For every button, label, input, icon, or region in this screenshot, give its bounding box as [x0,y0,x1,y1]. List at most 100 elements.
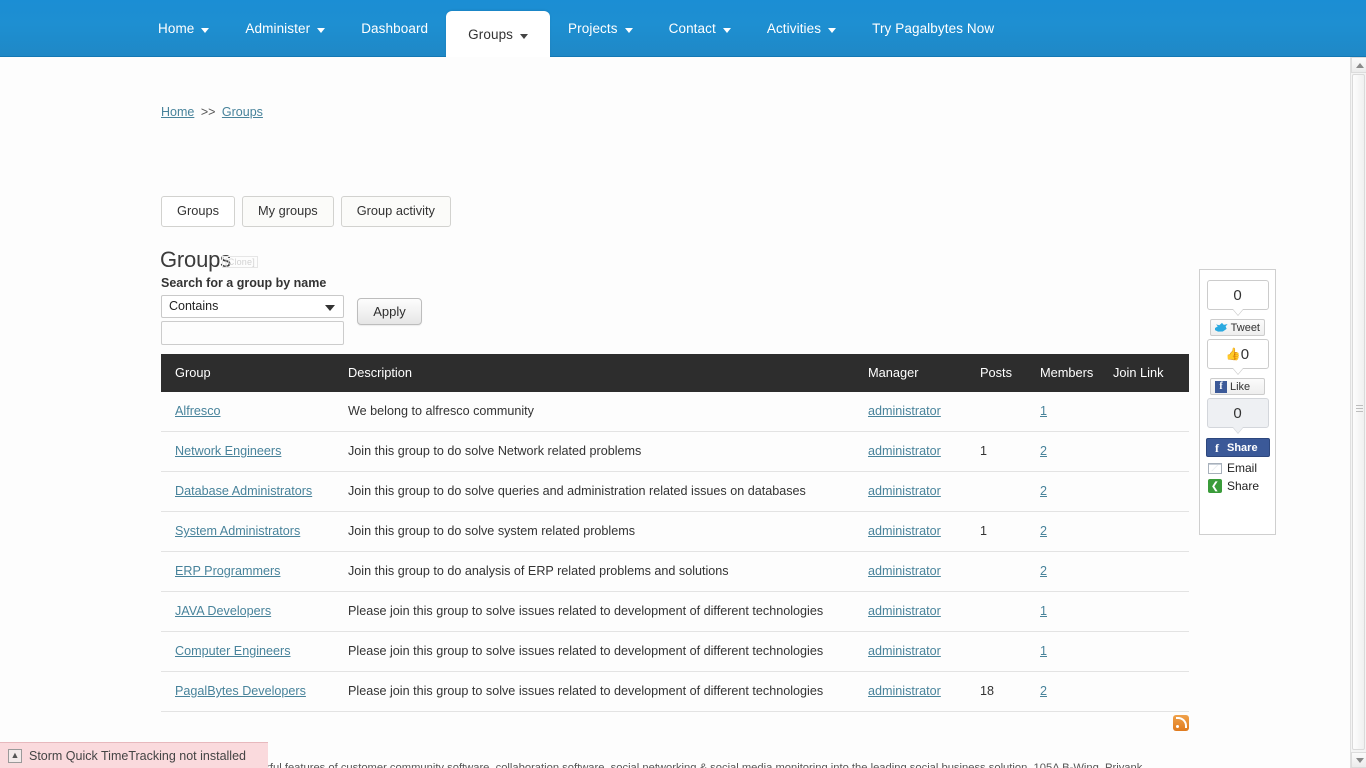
vertical-scrollbar[interactable] [1350,57,1366,768]
group-join-link[interactable] [1113,471,1189,512]
group-members-link[interactable]: 1 [1040,404,1047,418]
group-description: We belong to alfresco community [348,392,868,432]
chevron-down-icon [624,28,633,33]
tab-group-activity[interactable]: Group activity [340,196,451,228]
email-share-button[interactable]: Email [1208,461,1269,475]
breadcrumb-separator: >> [200,105,216,119]
facebook-share-button[interactable]: f Share [1206,438,1270,457]
nav-item-label: Contact [668,21,716,36]
manager-link[interactable]: administrator [868,484,941,498]
nav-item-activities[interactable]: Activities [749,0,854,57]
nav-item-dashboard[interactable]: Dashboard [343,0,446,57]
group-posts [980,471,1040,512]
nav-item-groups[interactable]: Groups [446,11,551,57]
nav-item-label: Projects [568,21,618,36]
email-label: Email [1227,461,1258,475]
chevron-down-icon [201,28,210,33]
share-button-label: Share [1227,441,1258,454]
group-posts: 1 [980,431,1040,472]
nav-item-label: Try Pagalbytes Now [872,21,995,36]
rss-feed-icon[interactable] [1173,715,1189,731]
chevron-up-icon[interactable]: ▲ [8,748,22,763]
scrollbar-thumb[interactable] [1352,74,1365,750]
groups-table-body: Alfresco We belong to alfresco community… [161,392,1189,712]
column-header-posts: Posts [980,354,1040,392]
nav-item-contact[interactable]: Contact [651,0,749,57]
tweet-button[interactable]: Tweet [1210,319,1265,336]
manager-link[interactable]: administrator [868,564,941,578]
group-join-link[interactable] [1113,511,1189,552]
chevron-down-icon [828,28,837,33]
group-join-link[interactable] [1113,671,1189,712]
chevron-down-icon [317,28,326,33]
group-link[interactable]: Database Administrators [175,484,312,498]
manager-link[interactable]: administrator [868,604,941,618]
nav-item-administer[interactable]: Administer [227,0,343,57]
scroll-up-button[interactable] [1351,57,1366,73]
generic-share-button[interactable]: ❮ Share [1208,479,1269,493]
tab-groups[interactable]: Groups [161,196,235,228]
group-link[interactable]: Network Engineers [175,444,281,458]
notification-bar[interactable]: ▲ Storm Quick TimeTracking not installed [0,742,268,768]
group-members-link[interactable]: 2 [1040,684,1047,698]
main-navigation-bar: Home Administer Dashboard Groups Project… [0,0,1366,57]
nav-item-projects[interactable]: Projects [550,0,651,57]
nav-items-container: Home Administer Dashboard Groups Project… [140,0,1012,57]
group-link[interactable]: Alfresco [175,404,221,418]
table-row: Network Engineers Join this group to do … [161,431,1189,472]
group-members-link[interactable]: 2 [1040,564,1047,578]
manager-link[interactable]: administrator [868,444,941,458]
tab-my-groups[interactable]: My groups [241,196,334,228]
share-nodes-icon: ❮ [1208,479,1222,493]
group-members-link[interactable]: 2 [1040,524,1047,538]
nav-item-label: Activities [766,21,822,36]
scroll-down-button[interactable] [1351,752,1366,768]
group-members-link[interactable]: 2 [1040,484,1047,498]
group-posts: 18 [980,671,1040,712]
group-join-link[interactable] [1113,392,1189,432]
group-description: Please join this group to solve issues r… [348,591,868,632]
search-input[interactable] [161,321,344,345]
facebook-icon: f [1215,440,1219,455]
social-share-widget: 0 Tweet 👍 0 f Like 0 f Share Email ❮ Sha… [1199,269,1276,535]
group-members-link[interactable]: 2 [1040,444,1047,458]
group-posts [980,551,1040,592]
manager-link[interactable]: administrator [868,644,941,658]
nav-item-home[interactable]: Home [140,0,227,57]
nav-item-label: Administer [245,21,311,36]
group-link[interactable]: System Administrators [175,524,300,538]
group-link[interactable]: ERP Programmers [175,564,280,578]
footer-text: Pagalbytes combines powerful features of… [130,761,1210,768]
facebook-icon: f [1215,380,1227,393]
group-join-link[interactable] [1113,591,1189,632]
group-link[interactable]: Computer Engineers [175,644,291,658]
group-members-link[interactable]: 1 [1040,644,1047,658]
footer-line-1: Pagalbytes combines powerful features of… [130,762,1143,768]
breadcrumb-link-groups[interactable]: Groups [222,105,263,119]
apply-button[interactable]: Apply [357,298,422,325]
group-join-link[interactable] [1113,551,1189,592]
manager-link[interactable]: administrator [868,524,941,538]
group-link[interactable]: PagalBytes Developers [175,684,306,698]
group-join-link[interactable] [1113,431,1189,472]
nav-item-try-pagalbytes-now[interactable]: Try Pagalbytes Now [854,0,1012,57]
group-posts: 1 [980,511,1040,552]
like-button-label: Like [1230,380,1251,393]
group-join-link[interactable] [1113,631,1189,672]
breadcrumb-link-home[interactable]: Home [161,105,194,119]
group-posts [980,392,1040,432]
facebook-like-button[interactable]: f Like [1210,378,1265,395]
group-link[interactable]: JAVA Developers [175,604,271,618]
search-operator-select[interactable]: Contains [161,295,344,318]
table-row: Alfresco We belong to alfresco community… [161,392,1189,432]
group-description: Please join this group to solve issues r… [348,671,868,712]
share-count-box: 0 [1206,398,1269,428]
column-header-description: Description [348,354,868,392]
groups-table-head: Group Description Manager Posts Members … [161,354,1189,392]
group-posts [980,631,1040,672]
table-row: ERP Programmers Join this group to do an… [161,551,1189,592]
manager-link[interactable]: administrator [868,404,941,418]
thumbs-up-icon: 👍 [1225,347,1241,361]
manager-link[interactable]: administrator [868,684,941,698]
group-members-link[interactable]: 1 [1040,604,1047,618]
